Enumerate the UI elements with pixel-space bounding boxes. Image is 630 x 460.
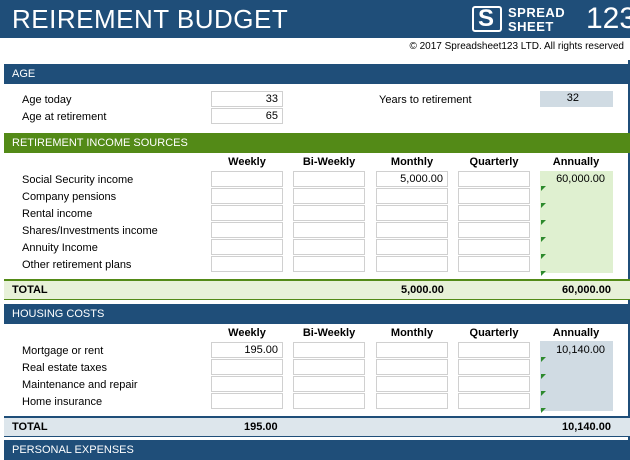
- income-weekly-input[interactable]: [211, 205, 283, 221]
- cell-comment-marker-icon: [541, 391, 546, 396]
- copyright-notice: © 2017 Spreadsheet123 LTD. All rights re…: [409, 41, 624, 52]
- cell-comment-marker-icon: [541, 186, 546, 191]
- housing-row-label: Real estate taxes: [22, 362, 107, 374]
- housing-total-row: TOTAL 195.00 10,140.00: [4, 416, 630, 437]
- housing-weekly-input[interactable]: [211, 376, 283, 392]
- income-quarterly-input[interactable]: [458, 222, 530, 238]
- income-quarterly-input[interactable]: [458, 256, 530, 272]
- income-biweekly-input[interactable]: [293, 256, 365, 272]
- cell-comment-marker-icon: [541, 374, 546, 379]
- housing-biweekly-input[interactable]: [293, 359, 365, 375]
- housing-row-label: Mortgage or rent: [22, 345, 104, 357]
- income-row-label: Annuity Income: [22, 242, 98, 254]
- years-to-retirement-value: 32: [540, 91, 613, 107]
- housing-monthly-input[interactable]: [376, 359, 448, 375]
- title-bar: REIREMENT BUDGET S SPREAD SHEET 123: [0, 0, 630, 38]
- income-weekly-input[interactable]: [211, 256, 283, 272]
- age-section-header: AGE: [4, 64, 630, 84]
- income-weekly-input[interactable]: [211, 239, 283, 255]
- age-retirement-label: Age at retirement: [22, 111, 107, 123]
- income-biweekly-input[interactable]: [293, 205, 365, 221]
- housing-section-header: HOUSING COSTS: [4, 304, 630, 324]
- income-quarterly-input[interactable]: [458, 188, 530, 204]
- income-quarterly-input[interactable]: [458, 239, 530, 255]
- cell-comment-marker-icon: [541, 357, 546, 362]
- cell-comment-marker-icon: [541, 220, 546, 225]
- income-col-monthly: Monthly: [390, 156, 434, 168]
- income-monthly-input[interactable]: [376, 256, 448, 272]
- income-col-weekly: Weekly: [228, 156, 266, 168]
- cell-comment-marker-icon: [541, 271, 546, 276]
- income-row-label: Other retirement plans: [22, 259, 132, 271]
- spreadsheet123-logo: S SPREAD SHEET 123: [472, 2, 630, 36]
- income-col-biweekly: Bi-Weekly: [302, 156, 356, 168]
- housing-col-monthly: Monthly: [390, 327, 434, 339]
- logo-text-bottom: SHEET: [508, 19, 554, 34]
- housing-total-weekly: 195.00: [244, 421, 278, 433]
- income-row-label: Rental income: [22, 208, 93, 220]
- personal-section-header: PERSONAL EXPENSES: [4, 440, 630, 460]
- housing-quarterly-input[interactable]: [458, 359, 530, 375]
- income-monthly-input[interactable]: [376, 239, 448, 255]
- income-annual-column: [540, 171, 613, 273]
- income-row-label: Shares/Investments income: [22, 225, 158, 237]
- age-retirement-input[interactable]: 65: [211, 108, 283, 124]
- housing-quarterly-input[interactable]: [458, 393, 530, 409]
- housing-col-biweekly: Bi-Weekly: [302, 327, 356, 339]
- income-monthly-input[interactable]: [376, 205, 448, 221]
- age-today-label: Age today: [22, 94, 72, 106]
- cell-comment-marker-icon: [541, 237, 546, 242]
- years-to-retirement-label: Years to retirement: [379, 94, 472, 106]
- income-row-label: Company pensions: [22, 191, 117, 203]
- income-col-quarterly: Quarterly: [469, 156, 519, 168]
- income-total-monthly: 5,000.00: [401, 284, 444, 296]
- housing-weekly-input[interactable]: [211, 393, 283, 409]
- income-monthly-input[interactable]: 5,000.00: [376, 171, 448, 187]
- housing-col-quarterly: Quarterly: [469, 327, 519, 339]
- income-total-row: TOTAL 5,000.00 60,000.00: [4, 279, 630, 300]
- income-quarterly-input[interactable]: [458, 205, 530, 221]
- housing-monthly-input[interactable]: [376, 342, 448, 358]
- page-title: REIREMENT BUDGET: [12, 4, 289, 34]
- income-row-label: Social Security income: [22, 174, 134, 186]
- income-monthly-input[interactable]: [376, 188, 448, 204]
- income-total-annually: 60,000.00: [562, 284, 611, 296]
- housing-biweekly-input[interactable]: [293, 393, 365, 409]
- income-quarterly-input[interactable]: [458, 171, 530, 187]
- income-monthly-input[interactable]: [376, 222, 448, 238]
- housing-biweekly-input[interactable]: [293, 376, 365, 392]
- logo-number: 123: [586, 2, 630, 35]
- housing-quarterly-input[interactable]: [458, 342, 530, 358]
- cell-comment-marker-icon: [541, 203, 546, 208]
- cell-comment-marker-icon: [541, 254, 546, 259]
- income-biweekly-input[interactable]: [293, 188, 365, 204]
- housing-biweekly-input[interactable]: [293, 342, 365, 358]
- logo-s-icon: S: [472, 5, 502, 32]
- income-section-header: RETIREMENT INCOME SOURCES: [4, 133, 630, 153]
- income-total-label: TOTAL: [12, 284, 48, 296]
- housing-row-label: Home insurance: [22, 396, 103, 408]
- housing-total-annually: 10,140.00: [562, 421, 611, 433]
- income-weekly-input[interactable]: [211, 222, 283, 238]
- housing-col-weekly: Weekly: [228, 327, 266, 339]
- income-biweekly-input[interactable]: [293, 222, 365, 238]
- income-biweekly-input[interactable]: [293, 171, 365, 187]
- housing-annually-value: 10,140.00: [556, 344, 605, 356]
- housing-quarterly-input[interactable]: [458, 376, 530, 392]
- housing-monthly-input[interactable]: [376, 376, 448, 392]
- housing-weekly-input[interactable]: [211, 359, 283, 375]
- logo-text-top: SPREAD: [508, 5, 566, 20]
- income-biweekly-input[interactable]: [293, 239, 365, 255]
- income-weekly-input[interactable]: [211, 171, 283, 187]
- income-annually-value: 60,000.00: [556, 173, 605, 185]
- housing-total-label: TOTAL: [12, 421, 48, 433]
- housing-monthly-input[interactable]: [376, 393, 448, 409]
- housing-weekly-input[interactable]: 195.00: [211, 342, 283, 358]
- income-weekly-input[interactable]: [211, 188, 283, 204]
- income-col-annually: Annually: [552, 156, 600, 168]
- age-today-input[interactable]: 33: [211, 91, 283, 107]
- housing-row-label: Maintenance and repair: [22, 379, 138, 391]
- cell-comment-marker-icon: [541, 408, 546, 413]
- housing-col-annually: Annually: [552, 327, 600, 339]
